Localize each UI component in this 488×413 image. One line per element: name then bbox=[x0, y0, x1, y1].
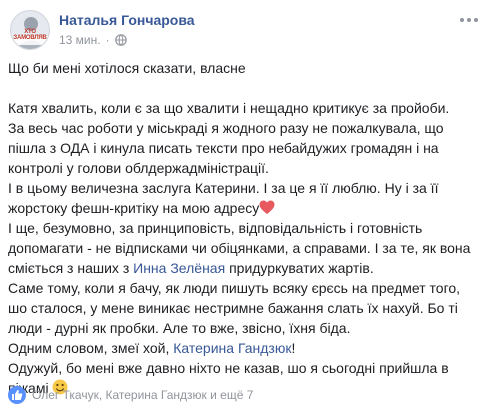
post-paragraph: За весь час роботи у міськраді я жодного… bbox=[8, 120, 444, 176]
author-name[interactable]: Наталья Гончарова bbox=[59, 12, 195, 28]
post-paragraph: І в цьому величезна заслуга Катерини. І … bbox=[8, 180, 439, 216]
post-text: Що би мені хотілося сказати, власне Катя… bbox=[8, 58, 482, 398]
post-meta: 13 мин. · bbox=[59, 33, 127, 47]
mention-inna-zelenaya[interactable]: Инна Зелёная bbox=[133, 260, 225, 276]
facebook-post: ХТО ЗАМОВЛЯВ Наталья Гончарова 13 мин. ·… bbox=[0, 0, 488, 413]
post-paragraph: Катя хвалить, коли є за що хвалити і нещ… bbox=[8, 100, 450, 116]
post-timestamp[interactable]: 13 мин. bbox=[59, 33, 101, 47]
post-paragraph: Що би мені хотілося сказати, власне bbox=[8, 60, 246, 76]
reactions-bar[interactable]: Олег Ткачук, Катерина Гандзюк и ещё 7 bbox=[8, 384, 478, 406]
avatar-logo-text: ХТО ЗАМОВЛЯВ bbox=[13, 29, 47, 41]
like-icon bbox=[8, 386, 26, 404]
author-avatar[interactable]: ХТО ЗАМОВЛЯВ bbox=[10, 10, 50, 50]
post-paragraph: Саме тому, коли я бачу, як люди пишуть в… bbox=[8, 280, 461, 336]
ellipsis-icon[interactable] bbox=[460, 14, 480, 26]
post-header: ХТО ЗАМОВЛЯВ Наталья Гончарова 13 мин. · bbox=[10, 8, 480, 54]
red-heart-icon bbox=[259, 200, 275, 214]
mention-kateryna-gandziuk[interactable]: Катерина Гандзюк bbox=[173, 340, 291, 356]
post-paragraph: Одним словом, змеї хой, Катерина Гандзюк… bbox=[8, 340, 296, 356]
post-paragraph: І ще, безумовно, за принциповість, відпо… bbox=[8, 220, 471, 276]
reaction-names[interactable]: Олег Ткачук, Катерина Гандзюк и ещё 7 bbox=[32, 388, 253, 402]
globe-icon[interactable] bbox=[114, 34, 127, 46]
